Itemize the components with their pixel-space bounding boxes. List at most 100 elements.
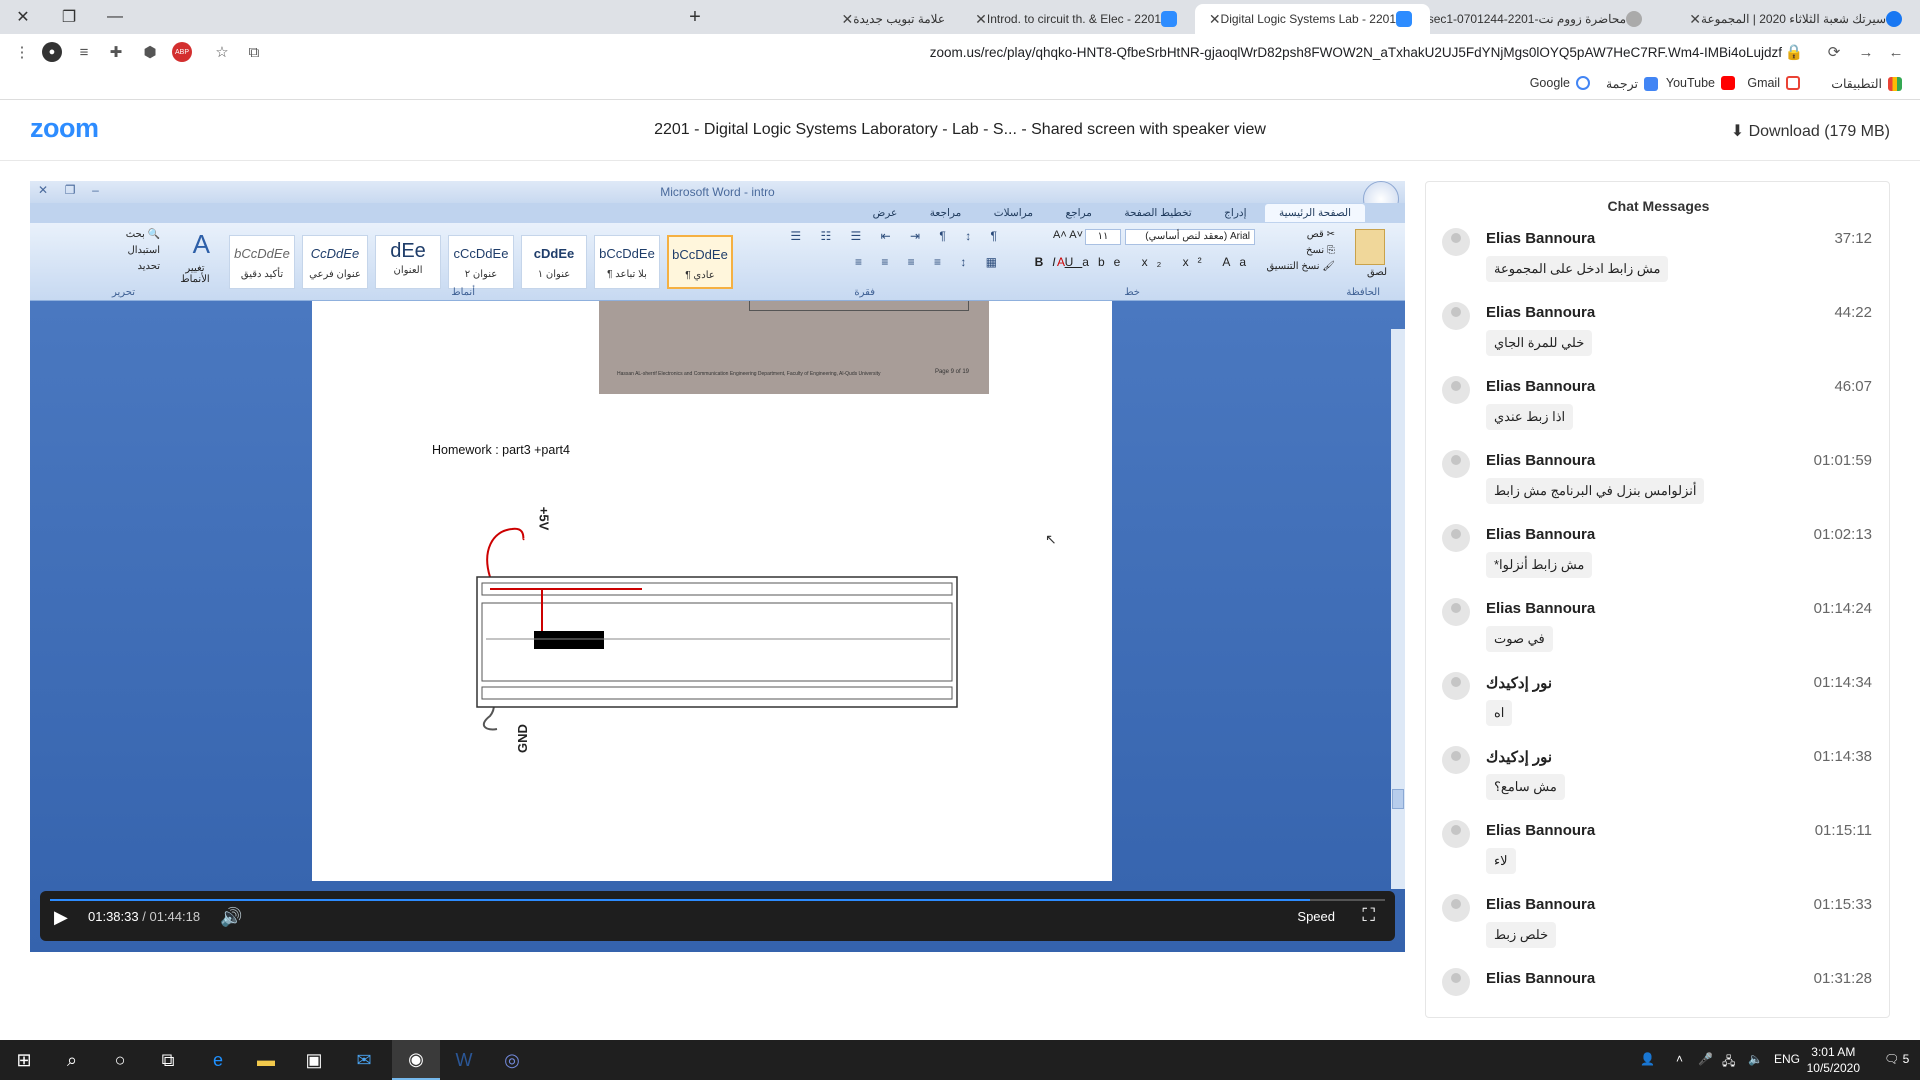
cortana-icon[interactable]: ○ <box>108 1048 132 1072</box>
progress-bar[interactable] <box>50 899 1385 901</box>
download-button[interactable]: ⬇ Download (179 MB) <box>1731 121 1890 141</box>
file-explorer-icon[interactable]: ▬ <box>254 1048 278 1072</box>
select-button[interactable]: تحديد <box>137 261 160 272</box>
minimize-window-icon[interactable]: — <box>92 0 138 34</box>
tab-zoom-lecture[interactable]: محاضرة زووم نت-2201-0701244-sec1 ✕ <box>1430 4 1660 34</box>
style-subtitle[interactable]: CcDdEe عنوان فرعي <box>302 235 368 289</box>
notifications-icon[interactable]: 🗨 5 <box>1884 1052 1909 1066</box>
font-format-buttons[interactable]: BIUabe x₂ x² Aa <box>1035 255 1255 269</box>
extension-icon[interactable]: ● <box>42 42 62 62</box>
message-time: 01:02:13 <box>1813 526 1872 543</box>
close-window-icon[interactable]: ✕ <box>0 0 46 34</box>
translate-icon[interactable]: ⧉ <box>244 42 264 62</box>
address-bar[interactable]: zoom.us/rec/play/qhqko-HNT8-QfbeSrbHtNR-… <box>270 39 1790 66</box>
style-heading-1[interactable]: cDdEe عنوان ١ <box>521 235 587 289</box>
avatar <box>1442 820 1470 848</box>
tab-digital-logic-lab[interactable]: 2201 - Digital Logic Systems Lab ✕ <box>1195 4 1430 34</box>
tab-review[interactable]: مراجعة <box>916 204 976 222</box>
close-tab-icon[interactable]: ✕ <box>1209 11 1221 28</box>
store-icon[interactable]: ▣ <box>302 1048 326 1072</box>
browser-toolbar: ⋮ ● ≡ ✚ ⬢ ABP ☆ ⧉ zoom.us/rec/play/qhqko… <box>0 34 1920 70</box>
document-page[interactable]: Hassan AL-sherrif Electronics and Commun… <box>312 301 1112 881</box>
tab-home[interactable]: الصفحة الرئيسية <box>1264 204 1365 222</box>
tab-references[interactable]: مراجع <box>1052 204 1106 222</box>
windows-start-icon[interactable]: ⊞ <box>12 1048 36 1072</box>
scrollbar-thumb[interactable] <box>1392 789 1404 809</box>
tab-new-tab[interactable]: علامة تبويب جديدة ✕ <box>720 4 955 34</box>
windows-taskbar: ⊞ ⌕ ○ ⧉ e ▬ ▣ ✉ ◉ W ◎ 👤 ˄ 🎤 🖧 🔈 ENG 3:01… <box>0 1040 1920 1080</box>
font-grow-icon[interactable]: A˄ A˅ <box>1053 229 1083 241</box>
list-buttons[interactable]: ☰ ☷ ☰ ⇤ ⇥ ¶ ↕ ¶ <box>790 229 1005 243</box>
play-button[interactable]: ▶ <box>54 907 70 927</box>
style-heading-2[interactable]: cCcDdEe عنوان ٢ <box>448 235 514 289</box>
word-close-icon[interactable]: ✕ ❐ – <box>38 183 99 197</box>
zoom-icon <box>1396 11 1412 27</box>
close-tab-icon[interactable]: ✕ <box>1689 11 1701 28</box>
style-no-spacing[interactable]: bCcDdEe ¶ بلا تباعد <box>594 235 660 289</box>
star-icon[interactable]: ☆ <box>212 42 232 62</box>
discord-icon[interactable]: ◎ <box>500 1048 524 1072</box>
reload-icon[interactable]: ⟳ <box>1824 42 1844 62</box>
replace-button[interactable]: استبدال <box>128 245 161 256</box>
new-tab-button[interactable]: + <box>680 0 710 34</box>
fullscreen-icon[interactable]: ⛶ <box>1362 905 1375 926</box>
search-icon[interactable]: ⌕ <box>60 1048 84 1072</box>
playlist-icon[interactable]: ≡ <box>74 42 94 62</box>
format-painter-button[interactable]: نسخ التنسيق 🖌 <box>1266 261 1335 272</box>
change-styles-icon[interactable]: A <box>193 229 210 260</box>
close-tab-icon[interactable]: ✕ <box>975 11 987 28</box>
mail-icon[interactable]: ✉ <box>352 1048 376 1072</box>
alignment-buttons[interactable]: ≡ ≡ ≡ ≡ ↕ ▦ <box>855 255 1005 269</box>
paste-icon[interactable] <box>1355 229 1385 265</box>
cut-button[interactable]: قص ✂ <box>1307 229 1335 240</box>
speed-button[interactable]: Speed <box>1297 909 1335 924</box>
message-sender: Elias Bannoura <box>1486 378 1596 395</box>
close-tab-icon[interactable]: ✕ <box>841 11 853 28</box>
style-normal[interactable]: bCcDdEe ¶ عادي <box>667 235 733 289</box>
adblock-icon[interactable]: ABP <box>172 42 192 62</box>
tab-view[interactable]: عرض <box>859 204 912 222</box>
system-clock[interactable]: 3:01 AM 10/5/2020 <box>1807 1044 1860 1076</box>
find-button[interactable]: بحث 🔍 <box>126 229 160 240</box>
tab-page-layout[interactable]: تخطيط الصفحة <box>1110 204 1205 222</box>
restore-window-icon[interactable]: ❐ <box>46 0 92 34</box>
tab-facebook-group[interactable]: سيرتك شعبة الثلاثاء 2020 | المجموعة ✕ <box>1660 4 1920 34</box>
puzzle-icon[interactable]: ✚ <box>106 42 126 62</box>
tab-circuit-theory[interactable]: 2201 - Introd. to circuit th. & Elec ✕ <box>960 4 1195 34</box>
bookmark-translate[interactable]: ترجمة <box>1606 76 1658 91</box>
style-title[interactable]: dEe العنوان <box>375 235 441 289</box>
edge-icon[interactable]: e <box>206 1048 230 1072</box>
tab-insert[interactable]: إدراج <box>1210 204 1260 222</box>
network-icon[interactable]: 🖧 <box>1722 1052 1735 1073</box>
underline-icon[interactable]: U <box>1065 255 1083 269</box>
browser-tabbar: ✕ ❐ — + سيرتك شعبة الثلاثاء 2020 | المجم… <box>0 0 1920 34</box>
word-vertical-scrollbar[interactable] <box>1391 329 1405 889</box>
style-subtle-emphasis[interactable]: bCcDdEe تأكيد دقيق <box>229 235 295 289</box>
bookmark-google[interactable]: Google <box>1530 76 1590 90</box>
font-color-icon[interactable]: A <box>1057 255 1065 269</box>
bookmark-youtube[interactable]: YouTube <box>1666 76 1735 90</box>
language-indicator[interactable]: ENG <box>1774 1052 1800 1066</box>
copy-button[interactable]: نسخ ⎘ <box>1306 245 1335 256</box>
extension-badge-icon[interactable]: ⬢ <box>140 42 160 62</box>
tray-chevron-icon[interactable]: ˄ <box>1676 1052 1683 1066</box>
people-icon[interactable]: 👤 <box>1640 1052 1655 1066</box>
font-name-select[interactable]: Arial (معقد لنص أساسي) <box>1125 229 1255 245</box>
menu-icon[interactable]: ⋮ <box>12 42 32 62</box>
font-size-select[interactable]: ١١ <box>1085 229 1121 245</box>
speaker-icon[interactable]: 🔈 <box>1748 1052 1763 1066</box>
tab-mailings[interactable]: مراسلات <box>980 204 1047 222</box>
forward-icon[interactable]: → <box>1856 42 1876 62</box>
change-styles-button[interactable]: تغيير الأنماط <box>175 263 215 285</box>
microphone-icon[interactable]: 🎤 <box>1698 1052 1713 1066</box>
bold-icon[interactable]: B <box>1035 255 1053 269</box>
video-player[interactable]: Microsoft Word - intro ✕ ❐ – الصفحة الرئ… <box>30 181 1405 952</box>
task-view-icon[interactable]: ⧉ <box>156 1048 180 1072</box>
volume-icon[interactable]: 🔊 <box>220 907 242 928</box>
bookmark-apps[interactable]: التطبيقات <box>1831 76 1902 91</box>
back-icon[interactable]: ← <box>1886 42 1906 62</box>
paste-button[interactable]: لصق <box>1367 267 1387 278</box>
bookmark-gmail[interactable]: Gmail <box>1747 76 1800 90</box>
word-icon[interactable]: W <box>452 1048 476 1072</box>
chrome-icon[interactable]: ◉ <box>392 1040 440 1080</box>
